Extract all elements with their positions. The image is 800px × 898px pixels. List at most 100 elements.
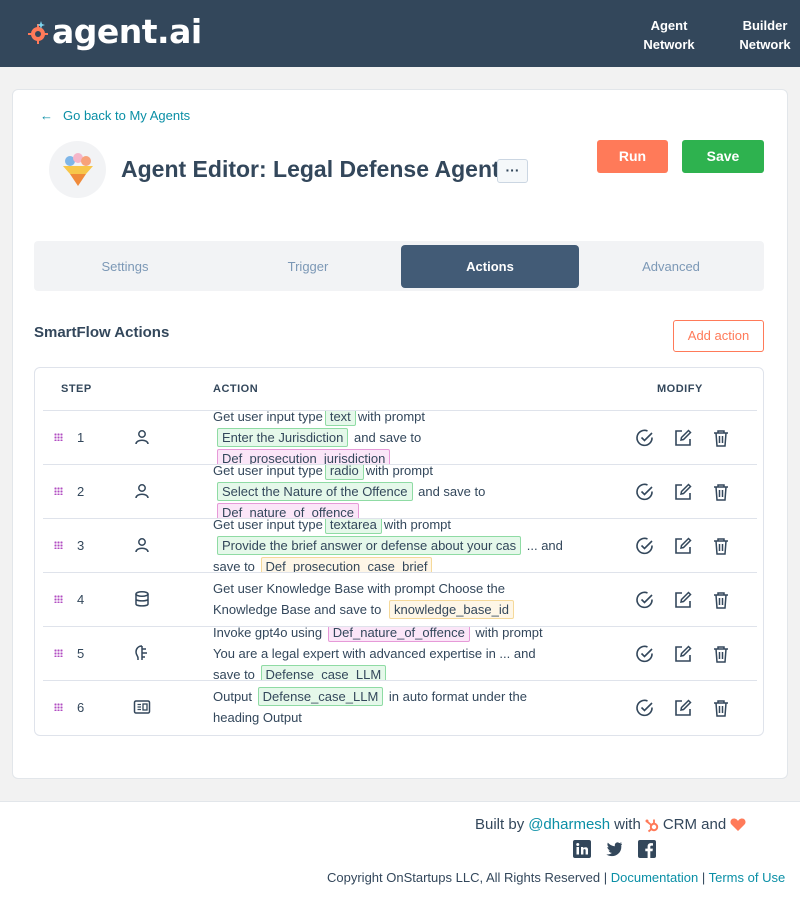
facebook-icon[interactable] <box>638 840 656 858</box>
edit-icon[interactable] <box>673 482 693 502</box>
output-icon <box>133 700 151 714</box>
separator: | <box>701 870 706 885</box>
table-row: 1 Get user input type text with prompt Ent… <box>43 410 757 464</box>
nav-label: Network <box>739 37 791 52</box>
check-circle-icon[interactable] <box>635 428 655 448</box>
action-description[interactable]: Invoke gpt4o using Def_nature_of_offence… <box>213 626 633 680</box>
database-icon <box>135 590 149 607</box>
check-circle-icon[interactable] <box>635 590 655 610</box>
tab-advanced[interactable]: Advanced <box>582 245 760 288</box>
heart-icon <box>730 818 746 831</box>
action-text: and save to <box>418 484 486 499</box>
back-link-label: Go back to My Agents <box>63 108 191 123</box>
action-text: with prompt <box>475 626 543 640</box>
copyright-line: Copyright OnStartups LLC, All Rights Res… <box>327 870 785 885</box>
check-circle-icon[interactable] <box>635 644 655 664</box>
edit-icon[interactable] <box>673 644 693 664</box>
logo-gear-icon <box>28 20 48 44</box>
tab-actions[interactable]: Actions <box>401 245 579 288</box>
action-text: save to <box>213 559 255 572</box>
action-description[interactable]: Get user input type text with prompt Enter… <box>213 411 613 464</box>
tab-settings[interactable]: Settings <box>36 245 214 288</box>
action-description[interactable]: Get user input type radio with prompt Sele… <box>213 464 613 518</box>
edit-icon[interactable] <box>673 698 693 718</box>
step-number: 6 <box>77 700 85 715</box>
action-description[interactable]: Output Defense_case_LLM in auto format u… <box>213 686 613 728</box>
built-by-text: CRM and <box>662 816 727 833</box>
action-text: heading Output <box>213 710 302 725</box>
input-type-chip: text <box>324 411 356 426</box>
table-row: 4 Get user Knowledge Base with prompt Ch… <box>43 572 757 626</box>
author-link[interactable]: @dharmesh <box>528 816 610 833</box>
action-text: with prompt <box>365 464 433 478</box>
trash-icon[interactable] <box>711 590 731 610</box>
run-button[interactable]: Run <box>597 140 668 173</box>
input-variable-chip: Def_nature_of_offence <box>327 627 470 642</box>
action-text: ... and <box>526 538 563 553</box>
edit-icon[interactable] <box>673 428 693 448</box>
input-type-chip: textarea <box>324 519 382 534</box>
drag-handle-icon[interactable] <box>54 433 63 441</box>
nav-label: Network <box>643 37 695 52</box>
drag-handle-icon[interactable] <box>54 595 63 603</box>
action-text: and save to <box>354 430 422 445</box>
check-circle-icon[interactable] <box>635 482 655 502</box>
built-by-text: Built by <box>475 816 525 833</box>
hubspot-icon <box>645 819 659 832</box>
drag-handle-icon[interactable] <box>54 649 63 657</box>
action-description[interactable]: Get user Knowledge Base with prompt Choo… <box>213 578 613 620</box>
check-circle-icon[interactable] <box>635 536 655 556</box>
nav-label: Builder <box>742 18 788 33</box>
more-options-button[interactable]: ··· <box>497 159 528 183</box>
save-button[interactable]: Save <box>682 140 764 173</box>
step-number: 4 <box>77 592 85 607</box>
back-link[interactable]: ← Go back to My Agents <box>40 108 190 123</box>
terms-of-use-link[interactable]: Terms of Use <box>709 870 786 885</box>
trash-icon[interactable] <box>711 536 731 556</box>
action-text: Knowledge Base and save to <box>213 602 382 617</box>
drag-handle-icon[interactable] <box>54 541 63 549</box>
step-number: 5 <box>77 646 85 661</box>
table-row: 2 Get user input type radio with prompt Se… <box>43 464 757 518</box>
trash-icon[interactable] <box>711 698 731 718</box>
input-type-chip: radio <box>324 465 364 480</box>
nav-builder-network[interactable]: Builder Network <box>732 16 798 54</box>
actions-table: STEP ACTION MODIFY 1 Get user input type… <box>34 367 764 736</box>
action-text: Invoke gpt4o using <box>213 626 323 640</box>
edit-icon[interactable] <box>673 536 693 556</box>
nav-agent-network[interactable]: Agent Network <box>636 16 702 54</box>
action-text: Get user input type <box>213 464 323 478</box>
output-variable-chip: Def_prosecution_case_brief <box>260 557 433 572</box>
table-row: 5 Invoke gpt4o using Def_nature_of_offen… <box>43 626 757 680</box>
edit-icon[interactable] <box>673 590 693 610</box>
action-text: Get user Knowledge Base with prompt Choo… <box>213 581 505 596</box>
agent-avatar <box>49 141 106 198</box>
prompt-chip: Enter the Jurisdiction <box>217 428 349 447</box>
column-header-modify: MODIFY <box>657 383 703 395</box>
add-action-button[interactable]: Add action <box>673 320 764 352</box>
section-title: SmartFlow Actions <box>34 324 170 341</box>
trash-icon[interactable] <box>711 428 731 448</box>
step-number: 2 <box>77 484 85 499</box>
agent-ai-logo[interactable]: agent.ai <box>28 12 202 51</box>
twitter-icon[interactable] <box>605 840 623 858</box>
tab-trigger[interactable]: Trigger <box>219 245 397 288</box>
action-text: Get user input type <box>213 518 323 532</box>
table-row: 3 Get user input type textarea with prompt… <box>43 518 757 572</box>
check-circle-icon[interactable] <box>635 698 655 718</box>
drag-handle-icon[interactable] <box>54 703 63 711</box>
linkedin-icon[interactable] <box>573 840 591 858</box>
top-bar: agent.ai Agent Network Builder Network <box>0 0 800 67</box>
ice-cream-icon <box>62 152 93 186</box>
output-variable-chip: Def_nature_of_offence <box>217 503 360 518</box>
column-header-step: STEP <box>61 383 92 395</box>
drag-handle-icon[interactable] <box>54 487 63 495</box>
arrow-left-icon: ← <box>40 108 53 123</box>
documentation-link[interactable]: Documentation <box>611 870 698 885</box>
trash-icon[interactable] <box>711 644 731 664</box>
action-description[interactable]: Get user input type textarea with prompt P… <box>213 518 633 572</box>
action-text: in auto format under the <box>388 689 527 704</box>
trash-icon[interactable] <box>711 482 731 502</box>
action-text: Output <box>213 689 253 704</box>
built-by-text: with <box>614 816 641 833</box>
